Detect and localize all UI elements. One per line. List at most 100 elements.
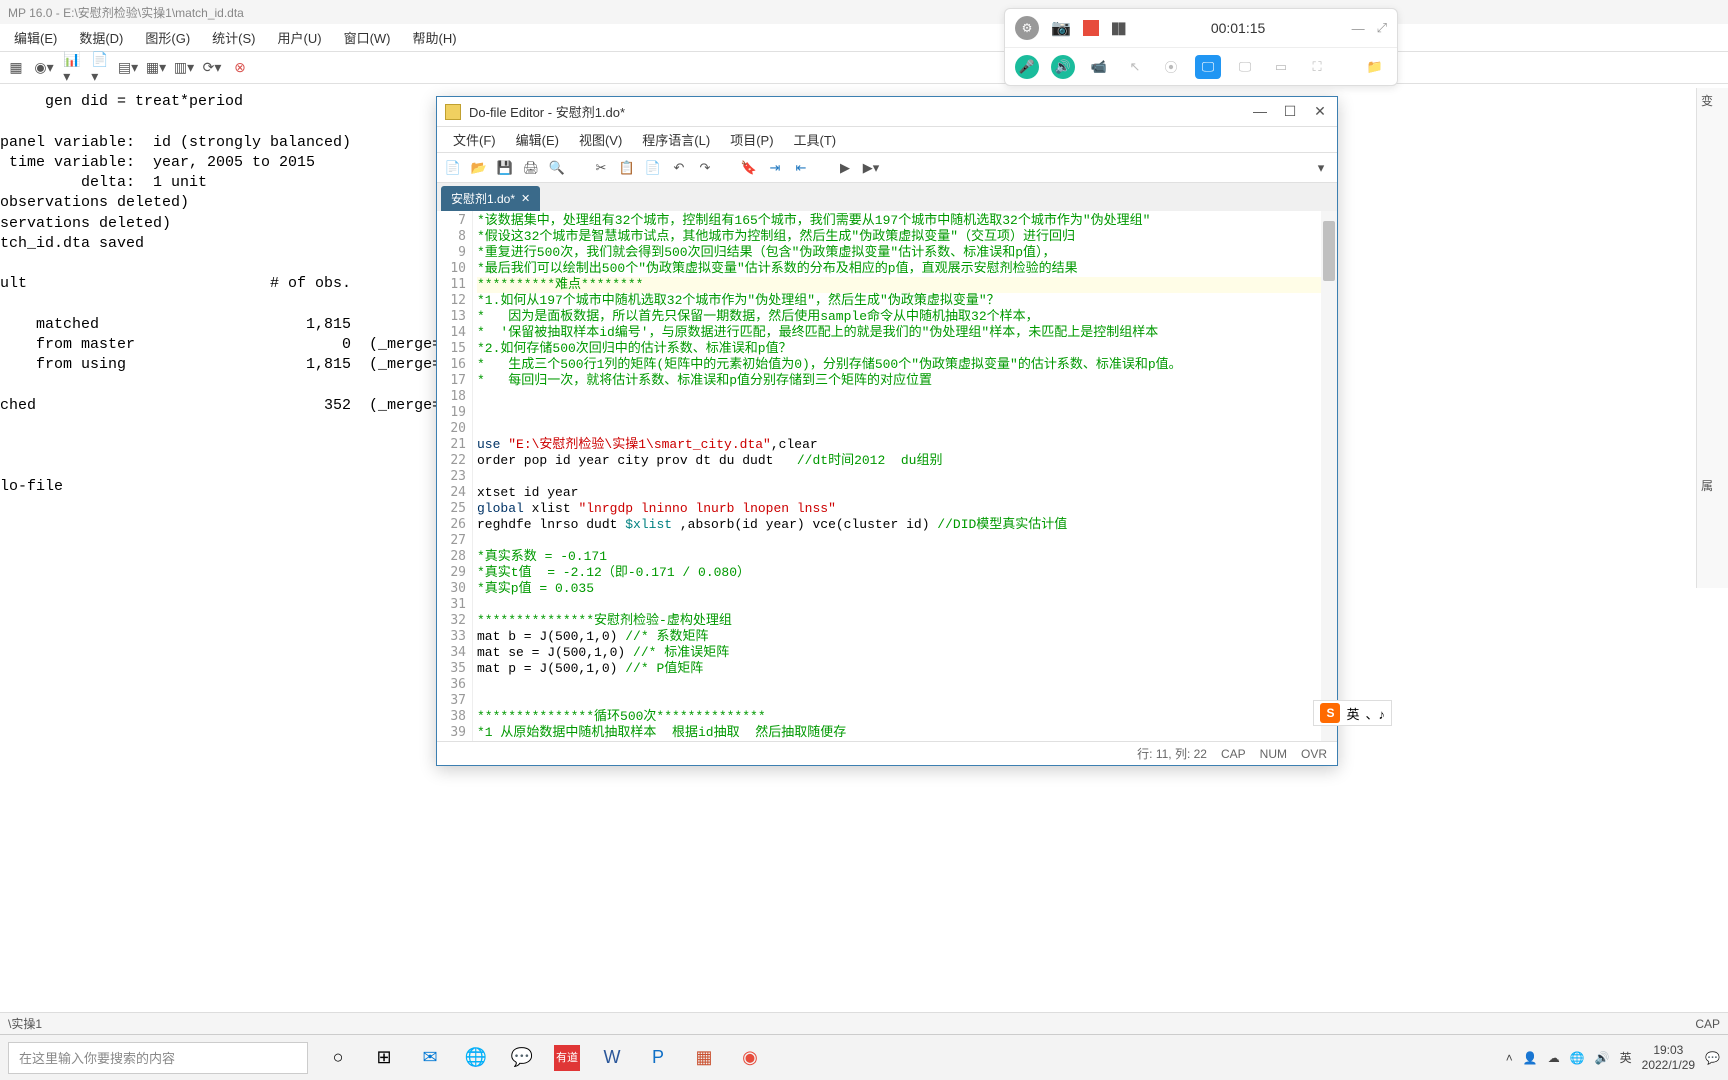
outdent-icon[interactable]: ⇤	[793, 160, 809, 176]
undo-icon[interactable]: ↶	[671, 160, 687, 176]
rightpanel-var[interactable]: 变	[1697, 88, 1728, 113]
save-icon[interactable]: 💾	[497, 160, 513, 176]
cursor-icon[interactable]: ↖	[1123, 55, 1147, 79]
code-area[interactable]: *该数据集中，处理组有32个城市，控制组有165个城市，我们需要从197个城市中…	[473, 211, 1337, 741]
monitor-icon[interactable]: 🖵	[1233, 55, 1257, 79]
menu-user[interactable]: 用户(U)	[270, 24, 330, 51]
wechat-icon[interactable]: 💬	[508, 1044, 536, 1072]
open-icon[interactable]: 📂	[471, 160, 487, 176]
search-icon[interactable]: 🔍	[549, 160, 565, 176]
taskview-icon[interactable]: ⊞	[370, 1044, 398, 1072]
dofile-menu-file[interactable]: 文件(F)	[445, 128, 504, 151]
mic-icon[interactable]: 🎤	[1015, 55, 1039, 79]
datagrid-icon[interactable]: ▤▾	[120, 60, 136, 76]
menu-data[interactable]: 数据(D)	[71, 24, 131, 51]
youdao-icon[interactable]: 有道	[554, 1045, 580, 1071]
pause-button[interactable]: ▮▮	[1111, 18, 1125, 38]
new-icon[interactable]: 📄	[445, 160, 461, 176]
menu-window[interactable]: 窗口(W)	[336, 24, 399, 51]
print-icon[interactable]: 🖨	[523, 160, 539, 176]
run-icon[interactable]: ▶	[837, 160, 853, 176]
dofile-menu-tools[interactable]: 工具(T)	[786, 128, 845, 151]
tray-net-icon[interactable]: 🌐	[1570, 1051, 1585, 1065]
dofile-tab-active[interactable]: 安慰剂1.do* ✕	[441, 186, 540, 211]
tray-people-icon[interactable]: 👤	[1523, 1051, 1538, 1065]
menu-statistics[interactable]: 统计(S)	[204, 24, 263, 51]
maximize-button[interactable]: ☐	[1281, 103, 1299, 120]
table-icon[interactable]: ▥▾	[176, 60, 192, 76]
ime-bar[interactable]: S 英 、♪	[1313, 700, 1392, 726]
word-icon[interactable]: W	[598, 1044, 626, 1072]
recorder-expand-icon[interactable]: ⤢	[1377, 20, 1387, 36]
refresh-icon[interactable]: ⟳▾	[204, 60, 220, 76]
region-icon[interactable]: ▭	[1269, 55, 1293, 79]
recorder-settings-icon[interactable]: ⚙	[1015, 16, 1039, 40]
tab-close-icon[interactable]: ✕	[521, 192, 530, 205]
tray-up-icon[interactable]: ˄	[1506, 1051, 1513, 1065]
view-icon[interactable]: ◉▾	[36, 60, 52, 76]
fullscreen-icon[interactable]: ⛶	[1305, 55, 1329, 79]
indent-icon[interactable]: ⇥	[767, 160, 783, 176]
dofile-app-icon	[445, 104, 461, 120]
webcam-off-icon[interactable]: 📹	[1087, 55, 1111, 79]
webcam2-icon[interactable]: ⦿	[1159, 55, 1183, 79]
cut-icon[interactable]: ✂	[593, 160, 609, 176]
taskbar-search[interactable]: 在这里输入你要搜索的内容	[8, 1042, 308, 1074]
tray-ime-icon[interactable]: 英	[1620, 1049, 1632, 1066]
stop-record-button[interactable]	[1083, 20, 1099, 36]
folder-icon[interactable]: 📁	[1363, 55, 1387, 79]
paste-icon[interactable]: 📄	[645, 160, 661, 176]
windows-taskbar: 在这里输入你要搜索的内容 ○ ⊞ ✉ 🌐 💬 有道 W P ▦ ◉ ˄ 👤 ☁ …	[0, 1034, 1728, 1080]
dropdown-icon[interactable]: ▾	[1313, 160, 1329, 176]
ime-lang[interactable]: 英	[1346, 704, 1359, 723]
camera-icon[interactable]: 📷	[1051, 18, 1071, 38]
run-lines-icon[interactable]: ▶▾	[863, 160, 879, 176]
copy-icon[interactable]: 📋	[619, 160, 635, 176]
menu-help[interactable]: 帮助(H)	[405, 24, 465, 51]
dofile-menu-view[interactable]: 视图(V)	[571, 128, 630, 151]
scrollbar-track[interactable]	[1321, 211, 1337, 741]
dofile-menubar: 文件(F) 编辑(E) 视图(V) 程序语言(L) 项目(P) 工具(T)	[437, 127, 1337, 153]
ime-extra-icons[interactable]: 、♪	[1365, 704, 1385, 723]
screen-recorder[interactable]: ⚙ 📷 ▮▮ 00:01:15 — ⤢ 🎤 🔊 📹 ↖ ⦿ 🖵 🖵 ▭ ⛶ 📁	[1004, 8, 1398, 86]
doc-icon[interactable]: 📄▾	[92, 60, 108, 76]
stop-icon[interactable]: ⊗	[232, 60, 248, 76]
chart-icon[interactable]: 📊▾	[64, 60, 80, 76]
menu-edit[interactable]: 编辑(E)	[6, 24, 65, 51]
tray-clock[interactable]: 19:03 2022/1/29	[1642, 1043, 1695, 1072]
stata-icon[interactable]: ▦	[690, 1044, 718, 1072]
menu-graphics[interactable]: 图形(G)	[137, 24, 198, 51]
spreadsheet-icon[interactable]: ▦▾	[148, 60, 164, 76]
minimize-button[interactable]: —	[1251, 103, 1269, 120]
dofile-menu-lang[interactable]: 程序语言(L)	[634, 128, 718, 151]
close-button[interactable]: ✕	[1311, 103, 1329, 120]
dofile-titlebar[interactable]: Do-file Editor - 安慰剂1.do* — ☐ ✕	[437, 97, 1337, 127]
recorder-app-icon[interactable]: ◉	[736, 1044, 764, 1072]
app-titlebar: MP 16.0 - E:\安慰剂检验\实操1\match_id.dta	[0, 0, 1728, 24]
mail-icon[interactable]: ✉	[416, 1044, 444, 1072]
tray-vol-icon[interactable]: 🔊	[1595, 1051, 1610, 1065]
tray-notif-icon[interactable]: 💬	[1705, 1051, 1720, 1065]
speaker-icon[interactable]: 🔊	[1051, 55, 1075, 79]
chrome-icon[interactable]: 🌐	[462, 1044, 490, 1072]
status-cap: CAP	[1695, 1017, 1720, 1031]
dofile-tab-label: 安慰剂1.do*	[451, 190, 515, 207]
scrollbar-thumb[interactable]	[1323, 221, 1335, 281]
cap-indicator: CAP	[1221, 747, 1246, 761]
cursor-position: 行: 11, 列: 22	[1137, 745, 1207, 762]
dofile-body: 7891011121314151617181920212223242526272…	[437, 211, 1337, 741]
pdf-icon[interactable]: P	[644, 1044, 672, 1072]
screen-icon[interactable]: 🖵	[1195, 55, 1221, 79]
cortana-icon[interactable]: ○	[324, 1044, 352, 1072]
rightpanel-prop[interactable]: 属	[1697, 473, 1728, 498]
dofile-menu-edit[interactable]: 编辑(E)	[508, 128, 567, 151]
main-toolbar: ▦ ◉▾ 📊▾ 📄▾ ▤▾ ▦▾ ▥▾ ⟳▾ ⊗	[0, 52, 1728, 84]
file-icon[interactable]: ▦	[8, 60, 24, 76]
sogou-icon[interactable]: S	[1320, 703, 1340, 723]
dofile-title: Do-file Editor - 安慰剂1.do*	[469, 102, 1243, 121]
redo-icon[interactable]: ↷	[697, 160, 713, 176]
dofile-menu-project[interactable]: 项目(P)	[722, 128, 781, 151]
bookmark-icon[interactable]: 🔖	[741, 160, 757, 176]
tray-cloud-icon[interactable]: ☁	[1548, 1051, 1560, 1065]
recorder-minimize-icon[interactable]: —	[1352, 21, 1365, 36]
